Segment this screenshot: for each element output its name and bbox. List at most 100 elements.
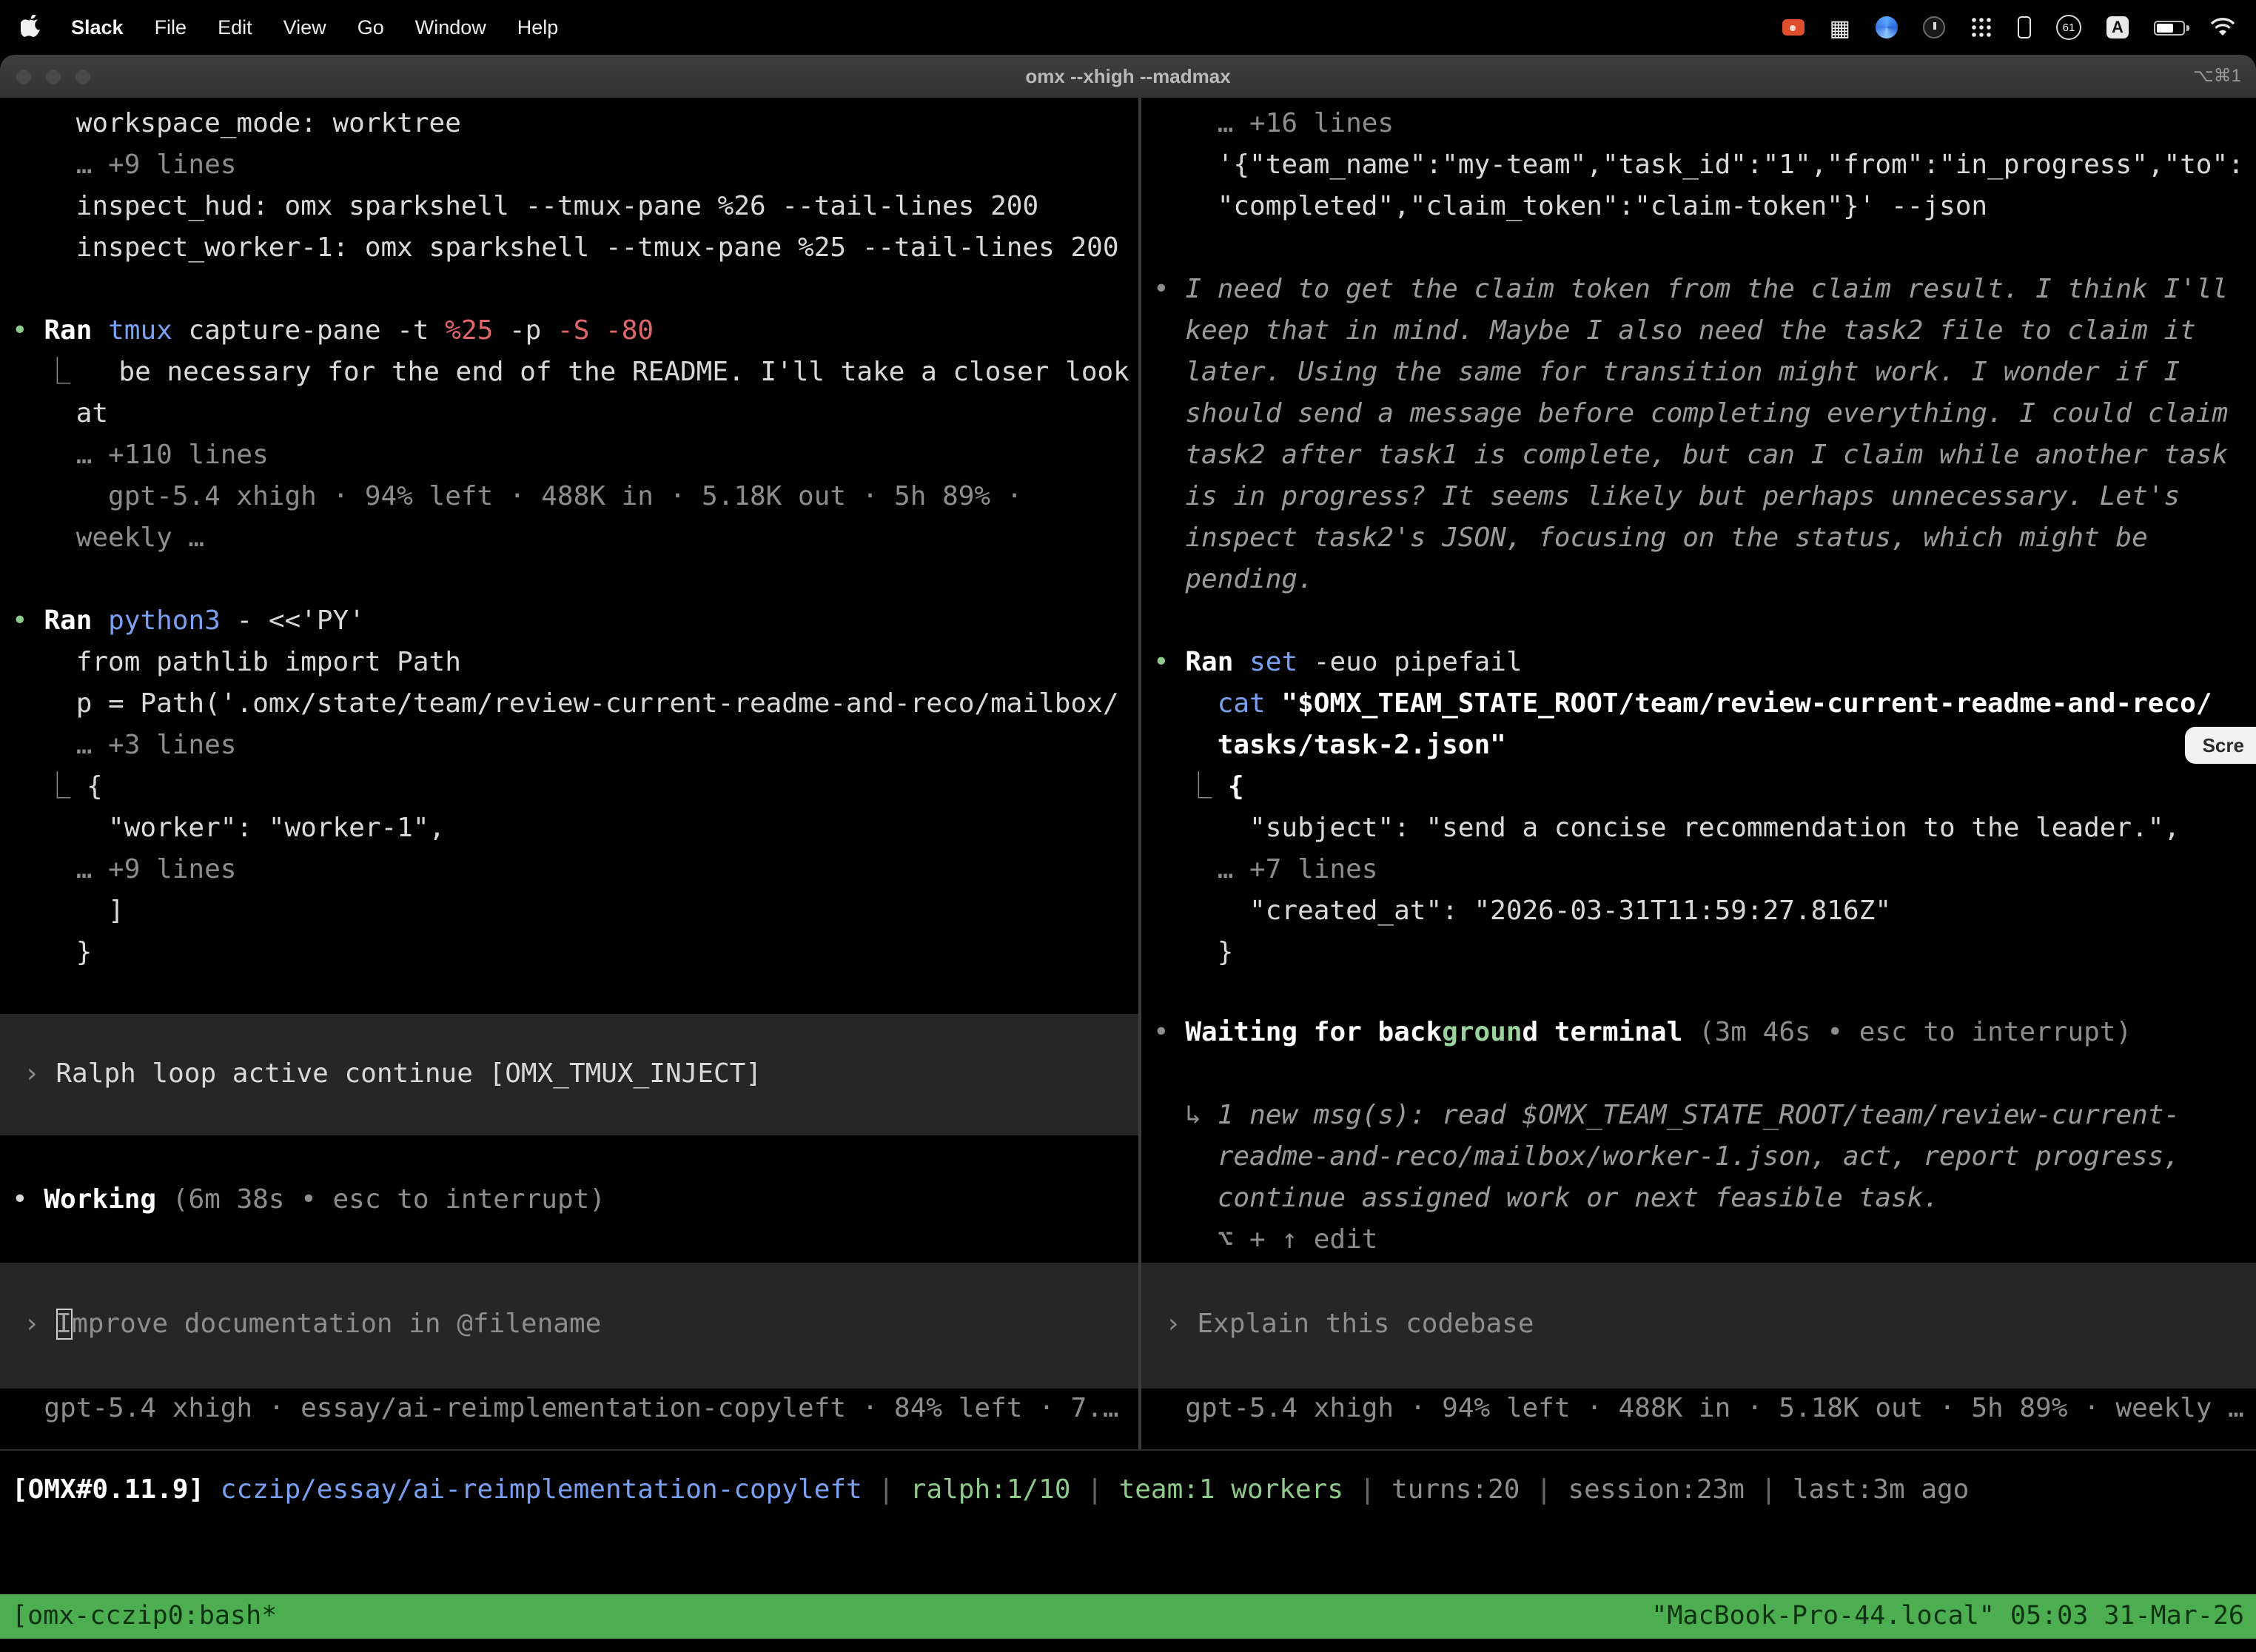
terminal-line: "completed","claim_token":"claim-token"}…	[1153, 187, 2256, 228]
window-titlebar[interactable]: omx --xhigh --madmax ⌥⌘1	[0, 55, 2256, 99]
terminal-line: p = Path('.omx/state/team/review-current…	[12, 684, 1138, 725]
tmux-host-time: "MacBook-Pro-44.local" 05:03 31-Mar-26	[1651, 1602, 2244, 1631]
text-segment: (3m 46s • esc to interrupt)	[1682, 1017, 2132, 1048]
terminal-line: '{"team_name":"my-team","task_id":"1","f…	[1153, 145, 2256, 187]
text-segment: at	[12, 398, 108, 429]
terminal-line: ⎿ {	[12, 767, 1138, 808]
clock-icon[interactable]	[1923, 16, 1945, 38]
terminal-line	[12, 560, 1138, 601]
input-source-icon[interactable]: A	[2106, 16, 2129, 38]
text-segment: -euo pipefail	[1297, 647, 1522, 678]
terminal-line: pending.	[1153, 560, 2256, 601]
terminal-line: gpt-5.4 xhigh · 94% left · 488K in · 5.1…	[1153, 1389, 2256, 1430]
terminal-line: • Ran python3 - <<'PY'	[12, 601, 1138, 642]
terminal-window: omx --xhigh --madmax ⌥⌘1 workspace_mode:…	[0, 55, 2256, 1652]
terminal-line: ⎿ {	[1153, 767, 2256, 808]
terminal-line	[1153, 601, 2256, 642]
device-icon[interactable]	[2018, 16, 2031, 38]
text-segment: tasks/task-2.json"	[1153, 730, 1506, 761]
terminal-line: • I need to get the claim token from the…	[1153, 269, 2256, 311]
left-prompt-input[interactable]: › Improve documentation in @filename	[0, 1263, 1138, 1389]
apple-menu-icon[interactable]	[21, 14, 40, 41]
terminal-line: workspace_mode: worktree	[12, 104, 1138, 145]
terminal-line: should send a message before completing …	[1153, 394, 2256, 435]
text-segment: ralph:1/10	[910, 1474, 1071, 1505]
right-main-output: … +16 lines '{"team_name":"my-team","tas…	[1153, 104, 2256, 974]
menu-bar-status-icons: ▦ 61 A	[1782, 14, 2235, 41]
app-menu-slack[interactable]: Slack	[71, 16, 124, 38]
menu-view[interactable]: View	[283, 16, 326, 38]
terminal-line: keep that in mind. Maybe I also need the…	[1153, 311, 2256, 352]
text-segment: {	[70, 771, 102, 802]
text-segment: from pathlib import Path	[12, 647, 461, 678]
text-segment: task2 after task1 is complete, but can I…	[1153, 440, 2228, 471]
menu-go[interactable]: Go	[357, 16, 384, 38]
text-segment: -S -80	[557, 315, 654, 346]
terminal-line: … +3 lines	[12, 725, 1138, 767]
terminal-line: gpt-5.4 xhigh · essay/ai-reimplementatio…	[12, 1389, 1138, 1430]
battery-icon[interactable]	[2154, 20, 2185, 35]
text-segment: gpt-5.4 xhigh · 94% left · 488K in · 5.1…	[1153, 1393, 2244, 1424]
swirl-icon[interactable]	[1876, 16, 1898, 38]
text-segment: (6m 38s • esc to interrupt)	[156, 1184, 605, 1215]
terminal-line: inspect_hud: omx sparkshell --tmux-pane …	[12, 187, 1138, 228]
dots-grid-icon[interactable]	[1970, 16, 1993, 38]
text-segment: •	[1153, 274, 1185, 305]
text-segment	[92, 315, 108, 346]
text-segment: p = Path('.omx/state/team/review-current…	[12, 688, 1119, 719]
left-working-status: • Working (6m 38s • esc to interrupt)	[12, 1180, 1138, 1221]
text-segment: session:23m	[1568, 1474, 1744, 1505]
text-segment: cat	[1153, 688, 1266, 719]
text-segment: ↳	[1153, 1100, 1218, 1131]
text-segment: set	[1249, 647, 1297, 678]
grid-icon[interactable]: ▦	[1830, 14, 1850, 41]
menu-window[interactable]: Window	[415, 16, 486, 38]
right-message-notice: ↳ 1 new msg(s): read $OMX_TEAM_STATE_ROO…	[1153, 1095, 2256, 1261]
text-segment: Ran	[1185, 647, 1233, 678]
right-waiting-status: • Waiting for background terminal (3m 46…	[1153, 1013, 2256, 1054]
menu-edit[interactable]: Edit	[218, 16, 252, 38]
text-segment: be necessary for the end of the README. …	[70, 357, 1129, 388]
screen: Slack File Edit View Go Window Help ▦ 61 A	[0, 0, 2256, 1652]
text-segment: … +7 lines	[1153, 854, 1377, 885]
text-segment: python3	[108, 605, 221, 637]
text-segment: |	[1071, 1474, 1119, 1505]
text-segment: workspace_mode: worktree	[12, 108, 461, 139]
wifi-icon[interactable]	[2210, 18, 2235, 37]
right-prompt-input[interactable]: › Explain this codebase	[1141, 1263, 2256, 1389]
left-inject-banner: › Ralph loop active continue [OMX_TMUX_I…	[0, 1014, 1138, 1135]
battery-percent-icon[interactable]: 61	[2056, 15, 2081, 40]
text-segment: gpt-5.4 xhigh · essay/ai-reimplementatio…	[12, 1393, 1119, 1424]
text-segment: ⌥ + ↑ edit	[1153, 1224, 1377, 1255]
terminal-line: "subject": "send a concise recommendatio…	[1153, 808, 2256, 850]
text-segment: I need to get the claim token from the c…	[1185, 274, 2228, 305]
text-segment	[92, 605, 108, 637]
text-segment: inspect task2's JSON, focusing on the st…	[1153, 523, 2148, 554]
terminal-line: inspect task2's JSON, focusing on the st…	[1153, 518, 2256, 560]
text-segment: Working	[44, 1184, 156, 1215]
right-pane-statusline: gpt-5.4 xhigh · 94% left · 488K in · 5.1…	[1153, 1389, 2256, 1430]
terminal-line: › Explain this codebase	[1165, 1304, 2244, 1346]
screen-share-overlay-label: Scre	[2185, 727, 2256, 764]
text-segment: pending.	[1153, 564, 1314, 595]
text-segment: inspect_worker-1: omx sparkshell --tmux-…	[12, 232, 1119, 263]
left-main-output: workspace_mode: worktree … +9 lines insp…	[12, 104, 1138, 974]
text-segment: d terminal	[1523, 1017, 1683, 1048]
menu-help[interactable]: Help	[517, 16, 559, 38]
text-segment: readme-and-reco/mailbox/worker-1.json, a…	[1153, 1141, 2180, 1172]
terminal-line: at	[12, 394, 1138, 435]
terminal-line: from pathlib import Path	[12, 642, 1138, 684]
text-segment: weekly …	[12, 523, 204, 554]
text-segment: Ran	[44, 605, 92, 637]
menu-file[interactable]: File	[155, 16, 187, 38]
terminal-line: … +16 lines	[1153, 104, 2256, 145]
text-segment: "subject": "send a concise recommendatio…	[1153, 813, 2180, 844]
terminal-line: inspect_worker-1: omx sparkshell --tmux-…	[12, 228, 1138, 269]
text-segment	[1233, 647, 1249, 678]
right-terminal-pane[interactable]: … +16 lines '{"team_name":"my-team","tas…	[1141, 98, 2256, 1449]
omx-status-line: [OMX#0.11.9] cczip/essay/ai-reimplementa…	[0, 1451, 2256, 1511]
screen-recording-indicator-icon[interactable]	[1782, 19, 1805, 36]
left-pane-statusline: gpt-5.4 xhigh · essay/ai-reimplementatio…	[12, 1389, 1138, 1430]
terminal-line: continue assigned work or next feasible …	[1153, 1178, 2256, 1220]
left-terminal-pane[interactable]: workspace_mode: worktree … +9 lines insp…	[0, 98, 1138, 1449]
